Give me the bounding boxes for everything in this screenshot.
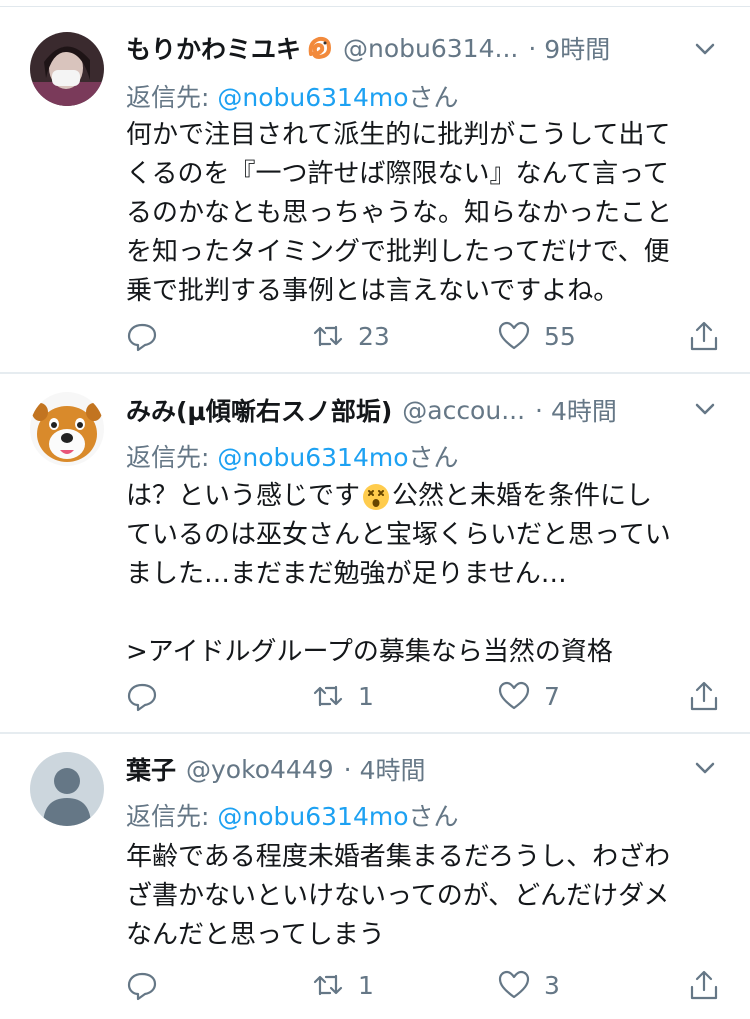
- reply-suffix: さん: [408, 802, 459, 831]
- tweet-text: 何かで注目されて派生的に批判がこうして出て くるのを『一つ許せば際限ない』なんて…: [126, 116, 731, 311]
- reply-suffix: さん: [408, 83, 459, 112]
- reply-context: 返信先: @nobu6314moさん: [126, 438, 459, 474]
- chevron-down-icon[interactable]: [690, 753, 720, 783]
- chevron-down-icon[interactable]: [690, 394, 720, 424]
- tweet-text-line: 年齢である程度未婚者集まるだろうし、わざわ: [126, 842, 671, 872]
- tweet-divider: [0, 732, 750, 734]
- reply-button[interactable]: [126, 316, 158, 356]
- tweet-header: 葉子 @yoko4449 · 4時間: [126, 751, 425, 787]
- share-button[interactable]: [688, 676, 720, 716]
- timestamp[interactable]: 9時間: [544, 30, 610, 66]
- timestamp[interactable]: 4時間: [360, 751, 426, 787]
- share-icon: [690, 321, 718, 351]
- reply-mention-link[interactable]: @nobu6314mo: [217, 443, 408, 472]
- tweet-text-line: を知ったタイミングで批判したってだけで、便: [126, 237, 670, 267]
- reply-icon: [127, 323, 157, 352]
- retweet-icon: [313, 325, 343, 347]
- reply-prefix: 返信先:: [126, 443, 218, 472]
- user-handle[interactable]: @yoko4449: [186, 755, 334, 784]
- tweet-text: は？という感じです 公然と未婚を条件にし ているのは巫女さんと宝塚くらいだと思って…: [126, 477, 731, 672]
- dizzy-face-emoji-icon: [362, 483, 390, 511]
- separator-dot: ·: [535, 395, 543, 425]
- reply-icon: [127, 683, 157, 712]
- tweet-text-line: >アイドルグループの募集なら当然の資格: [126, 637, 613, 667]
- tweet-divider: [0, 372, 750, 374]
- like-button[interactable]: 55: [498, 316, 576, 356]
- tweet-text-line: るのかなとも思っちゃうな。知らなかったこと: [126, 198, 673, 228]
- avatar[interactable]: [30, 32, 104, 106]
- user-handle[interactable]: @accou...: [402, 396, 525, 425]
- retweet-icon: [313, 685, 343, 707]
- tweet-header: みみ(μ傾噺右スノ部垢) @accou... · 4時間: [126, 392, 617, 428]
- tweet-text: 年齢である程度未婚者集まるだろうし、わざわ ざ書かないといけないってのが、どんだ…: [126, 838, 731, 955]
- reply-prefix: 返信先:: [126, 83, 218, 112]
- tweet-text-line: なんだと思ってしまう: [126, 920, 385, 950]
- avatar[interactable]: [30, 392, 104, 466]
- like-count: 55: [544, 321, 576, 351]
- reply-button[interactable]: [126, 676, 158, 716]
- reply-button[interactable]: [126, 965, 158, 1005]
- tweet-text-line: くるのを『一つ許せば際限ない』なんて言って: [126, 159, 669, 189]
- tweet-header: もりかわミユキ @nobu6314... · 9時間: [126, 30, 610, 66]
- tweet-text-line: ているのは巫女さんと宝塚くらいだと思ってい: [126, 520, 671, 550]
- reply-context: 返信先: @nobu6314moさん: [126, 797, 459, 833]
- like-button[interactable]: 3: [498, 965, 560, 1005]
- like-count: 3: [544, 970, 560, 1000]
- shrimp-emoji-icon: [305, 34, 333, 62]
- user-handle[interactable]: @nobu6314...: [343, 34, 518, 63]
- avatar[interactable]: [30, 752, 104, 826]
- reply-suffix: さん: [408, 443, 459, 472]
- retweet-count: 1: [358, 970, 374, 1000]
- top-divider: [0, 6, 750, 7]
- tweet-actions: 1 7: [0, 676, 750, 716]
- tweet-text-line: 乗で批判する事例とは言えないですよね。: [126, 276, 620, 306]
- user-name[interactable]: もりかわミユキ: [126, 30, 301, 66]
- reply-context: 返信先: @nobu6314moさん: [126, 78, 459, 114]
- timestamp[interactable]: 4時間: [551, 392, 617, 428]
- reply-icon: [127, 972, 157, 1001]
- share-icon: [690, 970, 718, 1000]
- tweet-text-line: [126, 594, 731, 633]
- share-button[interactable]: [688, 316, 720, 356]
- tweet-text-line: は？という感じです 公然と未婚を条件にし: [126, 477, 731, 516]
- retweet-button[interactable]: 1: [312, 965, 374, 1005]
- separator-dot: ·: [343, 754, 352, 784]
- tweet-text-fragment: は？という感じです: [126, 481, 361, 511]
- tweet-text-line: ざ書かないといけないってのが、どんだけダメ: [126, 881, 670, 911]
- user-name[interactable]: みみ(μ傾噺右スノ部垢): [126, 392, 392, 428]
- separator-dot: ·: [528, 33, 537, 63]
- like-button[interactable]: 7: [498, 676, 560, 716]
- reply-prefix: 返信先:: [126, 802, 218, 831]
- heart-icon: [498, 321, 530, 350]
- tweet-actions: 1 3: [0, 965, 750, 1005]
- tweet-text-line: ました…まだまだ勉強が足りません…: [126, 559, 567, 589]
- heart-icon: [498, 970, 530, 999]
- chevron-down-icon[interactable]: [690, 34, 720, 64]
- like-count: 7: [544, 681, 560, 711]
- share-button[interactable]: [688, 965, 720, 1005]
- reply-mention-link[interactable]: @nobu6314mo: [217, 802, 408, 831]
- tweet-actions: 23 55: [0, 316, 750, 356]
- retweet-button[interactable]: 1: [312, 676, 374, 716]
- heart-icon: [498, 681, 530, 710]
- tweet-text-line: 何かで注目されて派生的に批判がこうして出て: [126, 120, 671, 150]
- retweet-count: 1: [358, 681, 374, 711]
- tweet-text-fragment: 公然と未婚を条件にし: [392, 481, 653, 511]
- user-name[interactable]: 葉子: [126, 751, 176, 787]
- retweet-count: 23: [358, 321, 390, 351]
- retweet-button[interactable]: 23: [312, 316, 390, 356]
- share-icon: [690, 681, 718, 711]
- reply-mention-link[interactable]: @nobu6314mo: [217, 83, 408, 112]
- retweet-icon: [313, 974, 343, 996]
